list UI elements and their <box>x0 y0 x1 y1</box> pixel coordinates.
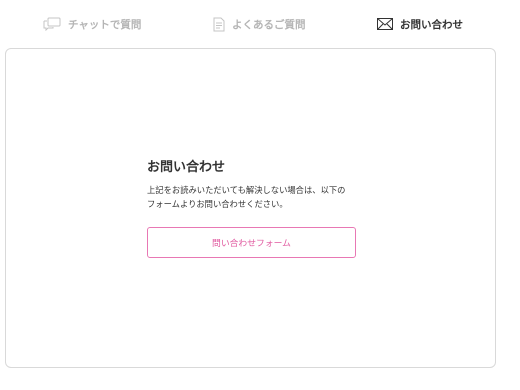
tab-contact-label: お問い合わせ <box>400 18 463 31</box>
contact-content: お問い合わせ 上記をお読みいただいても解決しない場合は、以下の フォームよりお問… <box>147 159 377 258</box>
tab-contact[interactable]: お問い合わせ <box>377 14 463 34</box>
contact-panel: お問い合わせ 上記をお読みいただいても解決しない場合は、以下の フォームよりお問… <box>5 48 496 368</box>
tab-faq[interactable]: よくあるご質問 <box>213 14 306 34</box>
contact-title: お問い合わせ <box>147 160 226 175</box>
tab-chat[interactable]: チャットで質問 <box>43 14 141 34</box>
envelope-icon <box>377 18 393 30</box>
help-tabs: チャットで質問 よくあるご質問 お問い合わせ <box>0 0 520 46</box>
document-icon <box>213 17 225 32</box>
contact-description-line-2: フォームよりお問い合わせください。 <box>147 199 288 209</box>
tab-faq-label: よくあるご質問 <box>232 18 306 31</box>
chat-bubbles-icon <box>43 17 61 31</box>
tab-chat-label: チャットで質問 <box>68 18 142 31</box>
contact-description-line-1: 上記をお読みいただいても解決しない場合は、以下の <box>147 185 346 195</box>
contact-description: 上記をお読みいただいても解決しない場合は、以下の フォームよりお問い合わせくださ… <box>147 183 377 211</box>
contact-form-button[interactable]: 問い合わせフォーム <box>147 227 356 258</box>
